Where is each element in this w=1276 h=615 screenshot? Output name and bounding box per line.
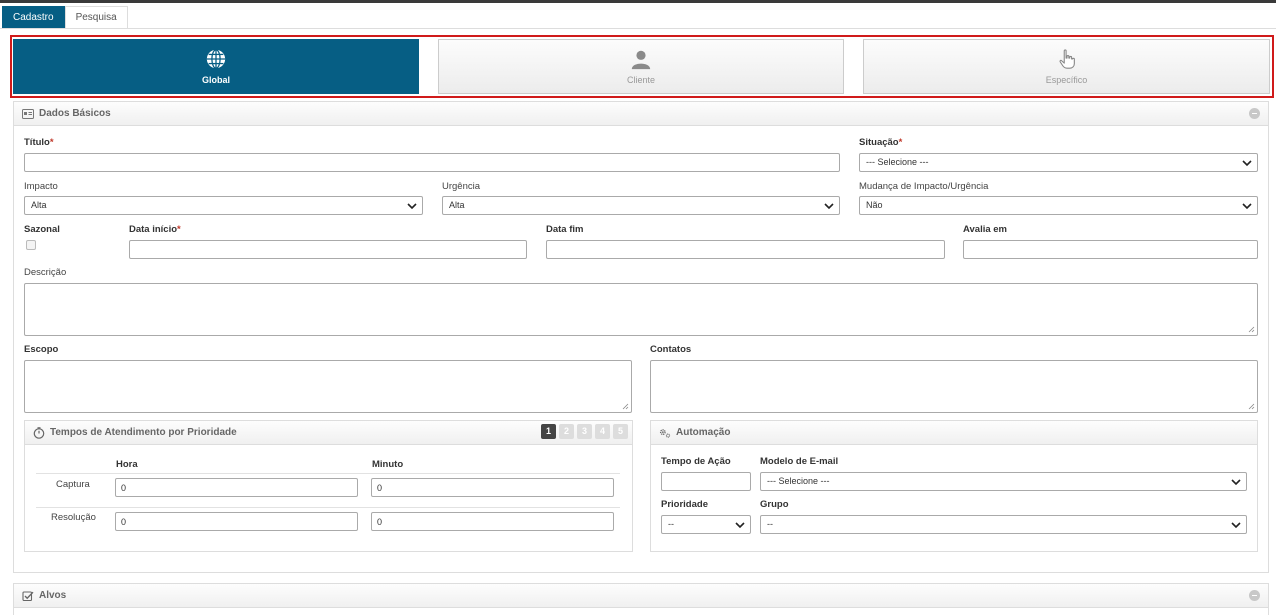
alvos-header: Alvos [14,584,1268,608]
resolucao-label: Resolução [51,512,96,523]
tab-bar: Cadastro Pesquisa [2,6,128,28]
resolucao-hora-input[interactable] [115,512,358,531]
chevron-down-icon [1231,479,1241,486]
tab-cadastro[interactable]: Cadastro [2,6,65,28]
resolucao-minuto-input[interactable] [371,512,614,531]
id-card-icon [22,108,34,119]
avalia-em-label: Avalia em [963,224,1008,235]
grupo-select[interactable]: -- [760,515,1247,534]
chevron-down-icon [1242,203,1252,210]
globe-icon [206,49,226,69]
tempos-title: Tempos de Atendimento por Prioridade [50,427,237,438]
captura-label: Captura [56,479,90,490]
impacto-label: Impacto [24,181,58,192]
hand-pointer-icon [1058,49,1075,69]
tempo-acao-label: Tempo de Ação [661,456,731,467]
descricao-label: Descrição [24,267,67,278]
dados-basicos-panel: Dados Básicos Título* Situação* --- Sele… [13,101,1269,573]
tempos-panel: Tempos de Atendimento por Prioridade 1 2… [24,420,633,552]
chevron-down-icon [1231,522,1241,529]
chevron-down-icon [735,522,745,529]
table-divider [36,507,620,508]
type-especifico-label: Específico [1045,75,1088,85]
descricao-textarea[interactable] [24,283,1258,336]
priority-page-4[interactable]: 4 [595,424,610,439]
prioridade-select[interactable]: -- [661,515,751,534]
dados-basicos-title: Dados Básicos [39,108,111,119]
data-inicio-label: Data início* [129,224,181,235]
chevron-down-icon [1242,160,1252,167]
dados-basicos-collapse-button[interactable] [1249,108,1260,119]
priority-page-3[interactable]: 3 [577,424,592,439]
data-fim-input[interactable] [546,240,945,259]
chevron-down-icon [407,203,417,210]
alvos-panel: Alvos [13,583,1269,615]
data-fim-label: Data fim [546,224,584,235]
mudanca-select[interactable]: Não [859,196,1258,215]
user-icon [631,50,651,70]
escopo-textarea[interactable] [24,360,632,413]
alvos-title: Alvos [39,590,67,601]
tab-pesquisa[interactable]: Pesquisa [64,6,128,28]
type-global-label: Global [201,75,230,85]
checkbox-checked-icon [22,590,34,601]
type-cliente-label: Cliente [626,75,655,85]
contatos-label: Contatos [650,344,692,355]
type-selector: Global Cliente Específico [10,35,1274,98]
urgencia-label: Urgência [442,181,481,192]
situacao-label: Situação* [859,137,903,148]
priority-page-5[interactable]: 5 [613,424,628,439]
titulo-input[interactable] [24,153,840,172]
table-divider [36,473,620,474]
prioridade-label: Prioridade [661,499,708,510]
titulo-label: Título* [24,137,54,148]
automacao-panel: Automação Tempo de Ação Modelo de E-mail… [650,420,1258,552]
impacto-select[interactable]: Alta [24,196,423,215]
mudanca-label: Mudança de Impacto/Urgência [859,181,989,192]
resize-grip-icon [622,403,629,410]
automacao-title: Automação [676,427,731,438]
type-global-button[interactable]: Global [13,39,419,94]
resize-grip-icon [1248,403,1255,410]
dados-basicos-header: Dados Básicos [14,102,1268,126]
top-bar [0,0,1276,3]
tempo-acao-input[interactable] [661,472,751,491]
tempos-header: Tempos de Atendimento por Prioridade 1 2… [25,421,632,445]
urgencia-select[interactable]: Alta [442,196,840,215]
stopwatch-icon [33,426,45,439]
captura-minuto-input[interactable] [371,478,614,497]
type-cliente-button[interactable]: Cliente [438,39,844,94]
contatos-textarea[interactable] [650,360,1258,413]
priority-pager: 1 2 3 4 5 [541,424,628,439]
sazonal-checkbox[interactable] [26,240,36,250]
sazonal-label: Sazonal [24,224,60,235]
grupo-label: Grupo [760,499,789,510]
modelo-email-label: Modelo de E-mail [760,456,839,467]
priority-page-1[interactable]: 1 [541,424,556,439]
tabs-divider [0,28,1276,29]
automacao-header: Automação [651,421,1257,445]
escopo-label: Escopo [24,344,59,355]
alvos-collapse-button[interactable] [1249,590,1260,601]
gears-icon [659,428,671,438]
minuto-header: Minuto [372,459,404,470]
situacao-select[interactable]: --- Selecione --- [859,153,1258,172]
modelo-email-select[interactable]: --- Selecione --- [760,472,1247,491]
hora-header: Hora [116,459,138,470]
avalia-em-input[interactable] [963,240,1258,259]
resize-grip-icon [1248,326,1255,333]
type-especifico-button[interactable]: Específico [863,39,1270,94]
captura-hora-input[interactable] [115,478,358,497]
data-inicio-input[interactable] [129,240,527,259]
chevron-down-icon [824,203,834,210]
priority-page-2[interactable]: 2 [559,424,574,439]
